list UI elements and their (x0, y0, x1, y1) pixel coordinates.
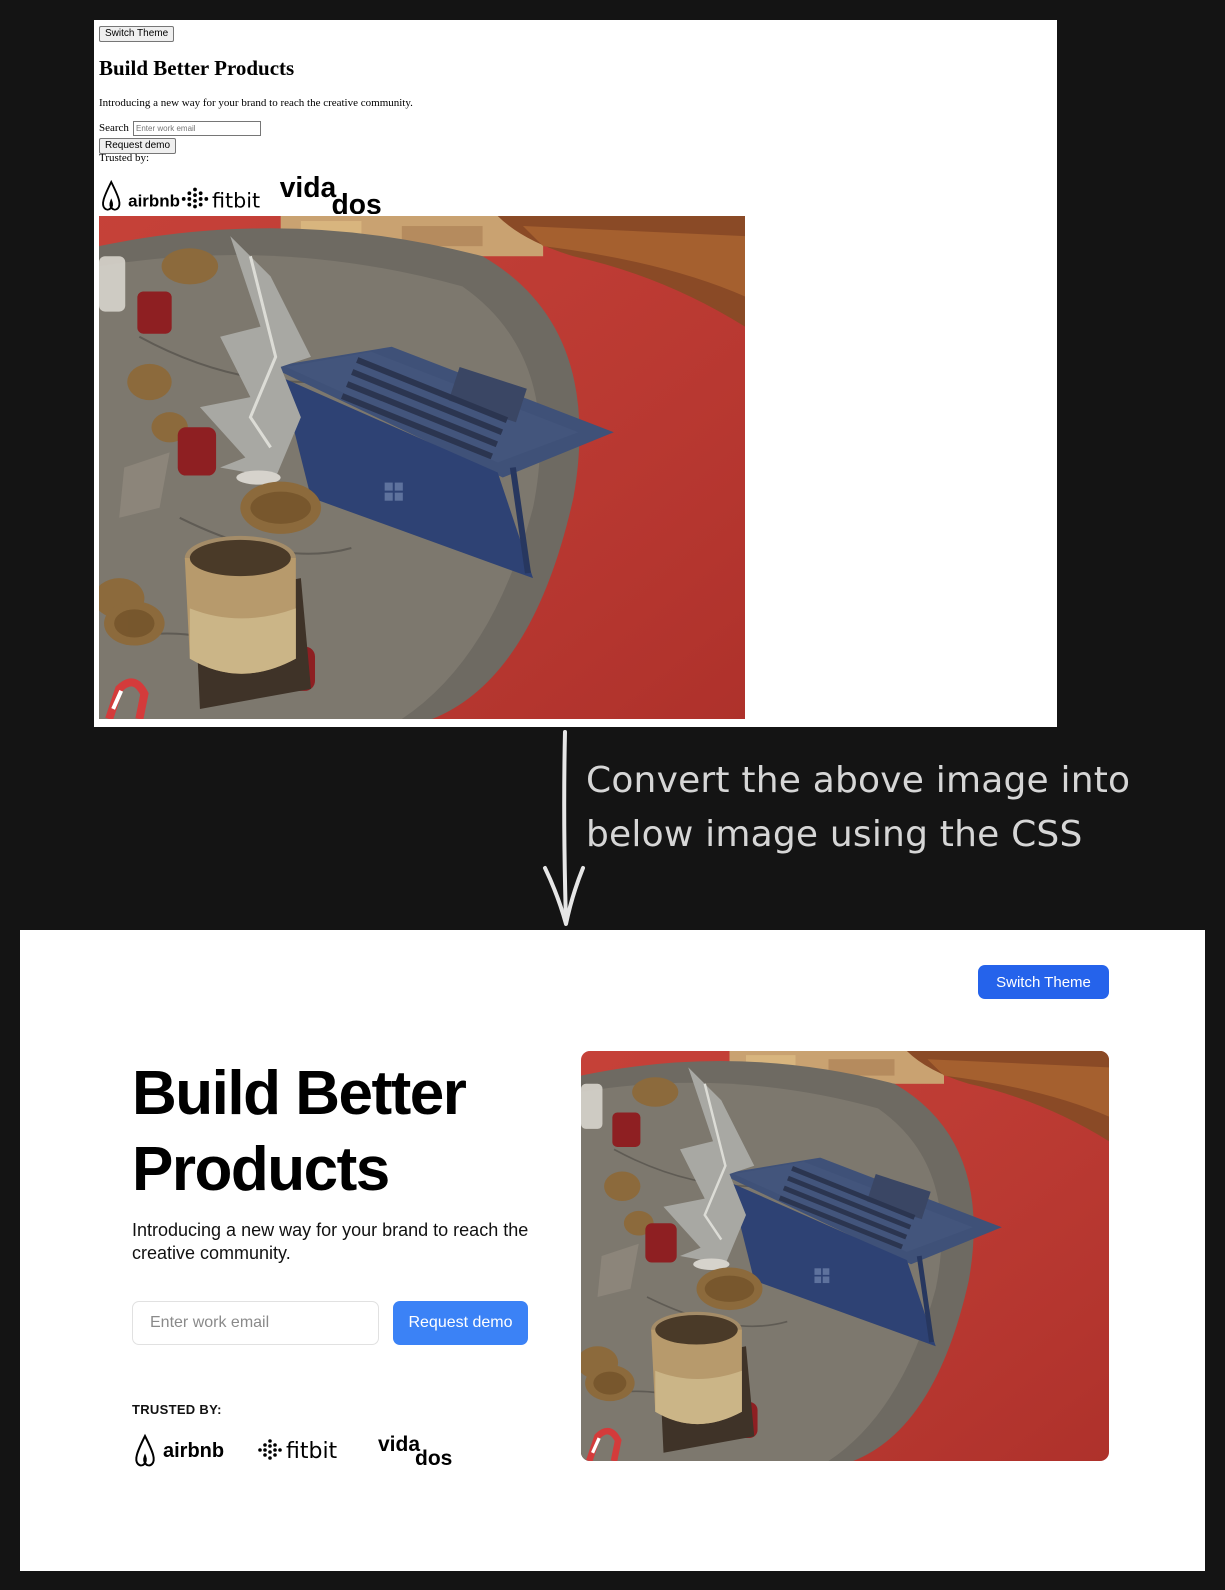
svg-text:fitbit: fitbit (212, 188, 260, 212)
raw-search-label: Search (99, 122, 129, 134)
hero-title-line-1: Build Better (132, 1059, 467, 1128)
work-email-input[interactable] (132, 1301, 379, 1345)
hero-laptop-photo (581, 1051, 1109, 1461)
unstyled-page-screenshot: Switch Theme Build Better Products Intro… (94, 20, 1057, 727)
vidados-logo-icon: vida dos (378, 1433, 452, 1470)
svg-text:airbnb: airbnb (163, 1440, 224, 1462)
svg-text:fitbit: fitbit (286, 1439, 338, 1464)
airbnb-logo-icon: airbnb (135, 1433, 224, 1467)
svg-text:airbnb: airbnb (128, 191, 180, 210)
svg-text:dos: dos (415, 1447, 452, 1470)
hero-title: Build Better Products (132, 1056, 552, 1208)
instruction-text: Convert the above image into below image… (586, 754, 1206, 862)
down-arrow-icon (543, 730, 585, 926)
svg-text:vida: vida (378, 1433, 420, 1456)
svg-text:dos: dos (331, 188, 381, 214)
hero-description: Introducing a new way for your brand to … (132, 1220, 529, 1263)
hero-title-line-2: Products (132, 1135, 390, 1204)
vidados-logo-icon: vida dos (280, 171, 382, 214)
trusted-by-label: TRUSTED BY: (132, 1402, 222, 1417)
svg-text:vida: vida (280, 171, 337, 203)
trusted-logos: airbnb fitbit vida dos (135, 1433, 452, 1470)
raw-laptop-photo (99, 216, 745, 719)
fitbit-logo-icon: fitbit (181, 187, 260, 212)
raw-trusted-logos: airbnb fitbit vida dos (102, 171, 382, 214)
fitbit-logo-icon: fitbit (258, 1439, 338, 1464)
airbnb-logo-icon: airbnb (102, 179, 180, 211)
request-demo-button[interactable]: Request demo (393, 1301, 528, 1345)
raw-page-title: Build Better Products (99, 56, 295, 80)
instruction-line-2: below image using the CSS (586, 814, 1083, 855)
styled-page-screenshot: Switch Theme Build Better Products Intro… (20, 930, 1205, 1571)
instruction-line-1: Convert the above image into (586, 760, 1131, 801)
raw-email-input[interactable] (133, 121, 261, 136)
raw-switch-theme-button[interactable]: Switch Theme (99, 26, 175, 42)
raw-description: Introducing a new way for your brand to … (99, 97, 413, 109)
switch-theme-button[interactable]: Switch Theme (978, 965, 1109, 999)
